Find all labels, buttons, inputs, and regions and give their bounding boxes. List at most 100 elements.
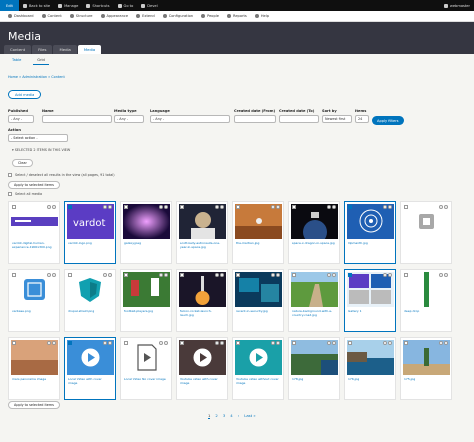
select-all-results[interactable]: Select / deselect all results in the vie…: [8, 173, 115, 177]
select-all-media[interactable]: Select all media: [8, 192, 42, 196]
media-card[interactable]: deep drop: [400, 269, 452, 332]
media-thumbnail[interactable]: [179, 204, 226, 239]
menu-item-extend[interactable]: Extend: [132, 14, 159, 18]
media-select-checkbox[interactable]: [348, 273, 352, 277]
delete-icon[interactable]: [220, 205, 224, 209]
edit-icon[interactable]: [271, 205, 275, 209]
media-title[interactable]: Youtube video with cover image: [180, 377, 224, 386]
edit-icon[interactable]: [327, 341, 331, 345]
delete-icon[interactable]: [388, 273, 392, 277]
menu-item-reports[interactable]: Reports: [223, 14, 251, 18]
menu-item-configuration[interactable]: Configuration: [159, 14, 197, 18]
media-title[interactable]: falcon-rocket-launch-lauch.jpg: [180, 309, 224, 318]
media-title[interactable]: vardot-logo.png: [68, 241, 112, 246]
menu-item-structure[interactable]: Structure: [66, 14, 97, 18]
media-title[interactable]: 176.jpg: [348, 377, 392, 382]
back-to-site-link[interactable]: Back to site: [19, 0, 54, 11]
delete-icon[interactable]: [164, 205, 168, 209]
media-title[interactable]: 178.jpg: [292, 377, 336, 382]
media-thumbnail[interactable]: [67, 272, 114, 307]
media-thumbnail[interactable]: [11, 340, 58, 375]
selected-items-summary[interactable]: ▾ SELECTED 2 ITEMS IN THIS VIEW: [12, 148, 70, 152]
apply-filters-button[interactable]: Apply filters: [372, 116, 404, 125]
delete-icon[interactable]: [164, 341, 168, 345]
manage-tab[interactable]: Manage: [54, 0, 83, 11]
language-select[interactable]: - Any -: [150, 115, 230, 123]
media-card[interactable]: vardot-digital-human-experience-1900x300…: [8, 201, 60, 264]
pager-last[interactable]: Last »: [244, 413, 255, 419]
menu-item-dashboard[interactable]: Dashboard: [4, 14, 38, 18]
media-select-checkbox[interactable]: [236, 205, 240, 209]
media-card[interactable]: 176.jpg: [344, 337, 396, 400]
delete-icon[interactable]: [108, 273, 112, 277]
media-thumbnail[interactable]: [403, 204, 450, 239]
edit-icon[interactable]: [439, 205, 443, 209]
delete-icon[interactable]: [108, 205, 112, 209]
media-title[interactable]: 175.jpg: [404, 377, 448, 382]
media-thumbnail[interactable]: [291, 272, 338, 307]
media-thumbnail[interactable]: [291, 340, 338, 375]
media-title[interactable]: varbase.png: [12, 309, 56, 314]
media-select-checkbox[interactable]: [236, 341, 240, 345]
tab-media-grid[interactable]: Media: [77, 45, 102, 54]
edit-icon[interactable]: [383, 273, 387, 277]
media-title[interactable]: the-martian.jpg: [236, 241, 280, 246]
media-card[interactable]: 178.jpg: [288, 337, 340, 400]
name-input[interactable]: [42, 115, 112, 123]
media-title[interactable]: deep drop: [404, 309, 448, 314]
edit-icon[interactable]: [47, 341, 51, 345]
media-select-checkbox[interactable]: [124, 205, 128, 209]
delete-icon[interactable]: [52, 341, 56, 345]
edit-icon[interactable]: [383, 205, 387, 209]
select-all-results-checkbox[interactable]: [8, 173, 12, 177]
tab-media[interactable]: Media: [53, 45, 77, 54]
delete-icon[interactable]: [220, 273, 224, 277]
media-select-checkbox[interactable]: [124, 341, 128, 345]
select-all-media-checkbox[interactable]: [8, 192, 12, 196]
media-title[interactable]: recent-in-security.jpg: [236, 309, 280, 314]
media-card[interactable]: [400, 201, 452, 264]
media-select-checkbox[interactable]: [348, 341, 352, 345]
media-select-checkbox[interactable]: [236, 273, 240, 277]
delete-icon[interactable]: [388, 341, 392, 345]
delete-icon[interactable]: [108, 341, 112, 345]
media-thumbnail[interactable]: [123, 272, 170, 307]
media-title[interactable]: vardot-digital-human-experience-1900x300…: [12, 241, 56, 250]
edit-icon[interactable]: [215, 273, 219, 277]
media-select-checkbox[interactable]: [404, 205, 408, 209]
delete-icon[interactable]: [276, 205, 280, 209]
media-thumbnail[interactable]: [235, 340, 282, 375]
media-title[interactable]: galaxy.jpeg: [124, 241, 168, 246]
edit-icon[interactable]: [103, 273, 107, 277]
sort-select[interactable]: Newest first: [322, 115, 352, 123]
apply-selected-button-bottom[interactable]: Apply to selected items: [8, 401, 60, 409]
pager-page-2[interactable]: 2: [215, 413, 217, 419]
delete-icon[interactable]: [276, 341, 280, 345]
media-card[interactable]: drupal-shield.png: [64, 269, 116, 332]
media-select-checkbox[interactable]: [348, 205, 352, 209]
media-card[interactable]: nature-background-with-a-country-road.jp…: [288, 269, 340, 332]
media-title[interactable]: Ilipmanth.jpg: [348, 241, 392, 246]
delete-icon[interactable]: [388, 205, 392, 209]
media-thumbnail[interactable]: [179, 272, 226, 307]
media-title[interactable]: football-players.jpg: [124, 309, 168, 314]
media-select-checkbox[interactable]: [180, 205, 184, 209]
menu-item-appearance[interactable]: Appearance: [97, 14, 133, 18]
user-tab[interactable]: webmaster: [440, 0, 474, 11]
pager-page-1[interactable]: 1: [208, 413, 211, 419]
media-select-checkbox[interactable]: [292, 273, 296, 277]
menu-item-content[interactable]: Content: [38, 14, 66, 18]
edit-icon[interactable]: [215, 205, 219, 209]
pager-page-3[interactable]: 3: [223, 413, 225, 419]
edit-icon[interactable]: [47, 205, 51, 209]
menu-item-people[interactable]: People: [197, 14, 223, 18]
menu-item-help[interactable]: Help: [251, 14, 273, 18]
media-thumbnail[interactable]: [123, 340, 170, 375]
tab-content[interactable]: Content: [4, 45, 32, 54]
media-card[interactable]: the-martian.jpg: [232, 201, 284, 264]
media-card[interactable]: falcon-rocket-launch-lauch.jpg: [176, 269, 228, 332]
media-card[interactable]: scott-kelly-astronauts-one-year-in-space…: [176, 201, 228, 264]
tab-files[interactable]: Files: [32, 45, 53, 54]
media-select-checkbox[interactable]: [180, 273, 184, 277]
edit-icon[interactable]: [327, 205, 331, 209]
